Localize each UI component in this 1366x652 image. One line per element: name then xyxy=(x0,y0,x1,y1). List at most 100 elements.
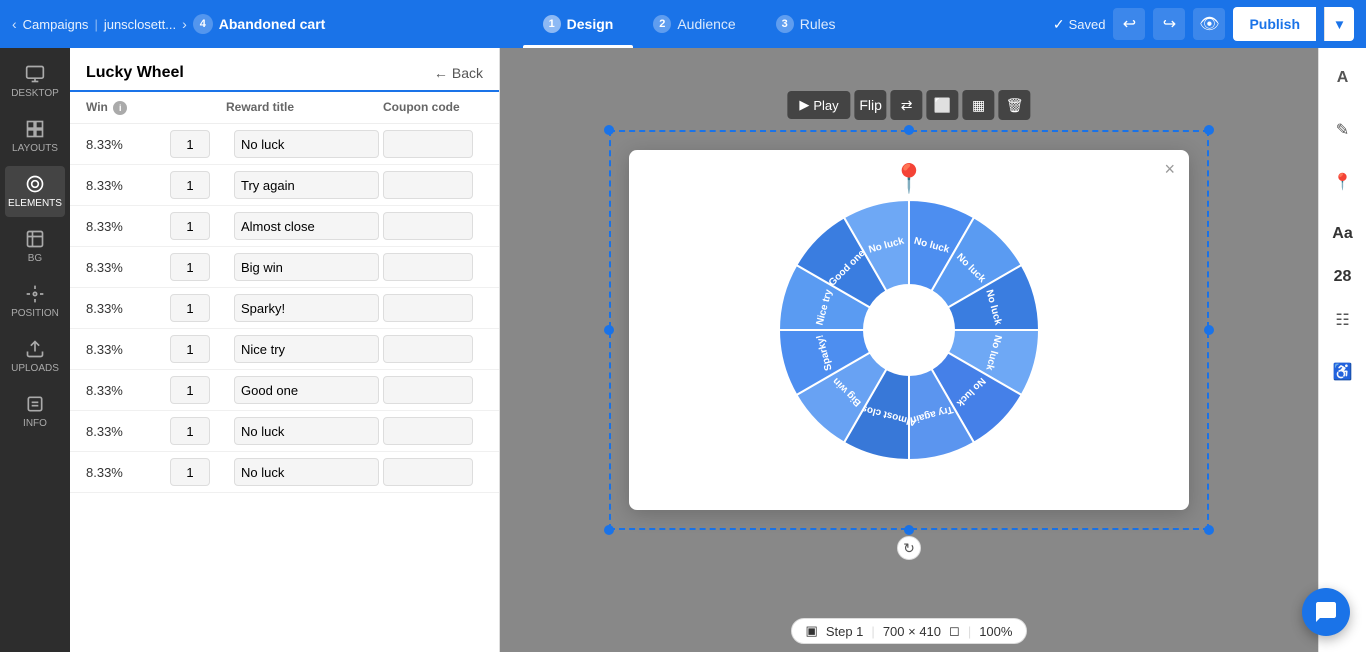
text-a-icon: A xyxy=(1337,69,1349,87)
coupon-input-4[interactable] xyxy=(383,294,473,322)
sidebar-item-desktop[interactable]: DESKTOP xyxy=(5,56,65,107)
table-row: 8.33% xyxy=(70,329,499,370)
handle-mr[interactable] xyxy=(1204,325,1214,335)
chat-bubble[interactable] xyxy=(1302,588,1350,636)
win-pct-4: 8.33% xyxy=(86,301,166,316)
saved-label: Saved xyxy=(1069,17,1106,32)
align-button[interactable]: ⇄ xyxy=(891,90,923,120)
preview-button[interactable]: 👁 xyxy=(1193,8,1225,40)
back-button[interactable]: ← Back xyxy=(434,65,483,81)
win-input-2[interactable] xyxy=(170,212,210,240)
win-pct-3: 8.33% xyxy=(86,260,166,275)
reward-input-4[interactable] xyxy=(234,294,379,322)
win-input-8[interactable] xyxy=(170,458,210,486)
win-input-6[interactable] xyxy=(170,376,210,404)
accessibility-button[interactable]: ♿ xyxy=(1325,354,1361,390)
reward-input-1[interactable] xyxy=(234,171,379,199)
location-button[interactable]: 📍 xyxy=(1325,164,1361,200)
layers-icon: ⬜ xyxy=(934,97,951,114)
status-icon: ▣ xyxy=(806,623,818,639)
header-right: ✓ Saved ↩ ↪ 👁 Publish ▼ xyxy=(1053,7,1354,41)
text-style-button[interactable]: A xyxy=(1325,60,1361,96)
redo-button[interactable]: ↪ xyxy=(1153,8,1185,40)
handle-bl[interactable] xyxy=(604,525,614,535)
check-icon: ✓ xyxy=(1053,16,1065,33)
sidebar-item-layouts[interactable]: LAYOUTS xyxy=(5,111,65,162)
win-input-4[interactable] xyxy=(170,294,210,322)
coupon-input-8[interactable] xyxy=(383,458,473,486)
wheel-center xyxy=(864,285,954,375)
back-label: Back xyxy=(452,65,483,81)
coupon-input-6[interactable] xyxy=(383,376,473,404)
play-button[interactable]: ▶ Play xyxy=(787,91,850,119)
reward-input-0[interactable] xyxy=(234,130,379,158)
reward-input-6[interactable] xyxy=(234,376,379,404)
coupon-input-5[interactable] xyxy=(383,335,473,363)
divider2: | xyxy=(968,624,971,639)
handle-bc[interactable] xyxy=(904,525,914,535)
delete-button[interactable]: 🗑 xyxy=(999,90,1031,120)
sidebar-item-elements[interactable]: ELEMENTS xyxy=(5,166,65,217)
reward-input-2[interactable] xyxy=(234,212,379,240)
win-pct-0: 8.33% xyxy=(86,137,166,152)
handle-tr[interactable] xyxy=(1204,125,1214,135)
sidebar-elements-label: ELEMENTS xyxy=(8,198,62,209)
brush-button[interactable]: ✎ xyxy=(1325,112,1361,148)
publish-dropdown-button[interactable]: ▼ xyxy=(1324,7,1354,41)
handle-tc[interactable] xyxy=(904,125,914,135)
coupon-input-7[interactable] xyxy=(383,417,473,445)
page-num: 4 xyxy=(193,14,213,34)
table-row: 8.33% xyxy=(70,370,499,411)
undo-button[interactable]: ↩ xyxy=(1113,8,1145,40)
sidebar-item-position[interactable]: POSITION xyxy=(5,276,65,327)
tab-rules[interactable]: 3 Rules xyxy=(756,0,856,48)
reward-input-5[interactable] xyxy=(234,335,379,363)
back-arrow-icon: ← xyxy=(434,65,448,81)
play-icon: ▶ xyxy=(799,97,809,113)
sidebar-item-bg[interactable]: BG xyxy=(5,221,65,272)
reward-input-3[interactable] xyxy=(234,253,379,281)
publish-button[interactable]: Publish xyxy=(1233,7,1316,41)
accessibility-icon: ♿ xyxy=(1333,362,1353,382)
tab-audience[interactable]: 2 Audience xyxy=(633,0,755,48)
main-layout: DESKTOP LAYOUTS ELEMENTS BG POSITION UPL… xyxy=(0,48,1366,652)
back-chevron[interactable]: ‹ xyxy=(12,16,17,32)
rotate-handle[interactable]: ↻ xyxy=(897,536,921,560)
canvas-area[interactable]: ▶ Play Flip ⇄ ⬜ ▦ 🗑 xyxy=(500,48,1318,652)
reward-input-7[interactable] xyxy=(234,417,379,445)
tab-design[interactable]: 1 Design xyxy=(523,0,634,48)
font-button[interactable]: Aa xyxy=(1325,216,1361,252)
text-button[interactable]: ▦ xyxy=(963,90,995,120)
panel-header: Lucky Wheel ← Back xyxy=(70,48,499,92)
handle-br[interactable] xyxy=(1204,525,1214,535)
win-info-icon[interactable]: i xyxy=(113,101,127,115)
handle-tl[interactable] xyxy=(604,125,614,135)
win-input-7[interactable] xyxy=(170,417,210,445)
sidebar-item-info[interactable]: INFO xyxy=(5,386,65,437)
close-popup-button[interactable]: × xyxy=(1164,160,1175,178)
filter-button[interactable]: ☷ xyxy=(1325,302,1361,338)
screen-icon: ◻ xyxy=(949,623,960,639)
flip-label: Flip xyxy=(859,97,882,113)
reward-input-8[interactable] xyxy=(234,458,379,486)
win-input-1[interactable] xyxy=(170,171,210,199)
widget-container[interactable]: ▶ Play Flip ⇄ ⬜ ▦ 🗑 xyxy=(609,130,1209,530)
coupon-input-0[interactable] xyxy=(383,130,473,158)
handle-ml[interactable] xyxy=(604,325,614,335)
layers-button[interactable]: ⬜ xyxy=(927,90,959,120)
win-input-5[interactable] xyxy=(170,335,210,363)
win-input-3[interactable] xyxy=(170,253,210,281)
sidebar-uploads-label: UPLOADS xyxy=(11,363,59,374)
store-link[interactable]: junsclosett... xyxy=(104,17,176,32)
coupon-input-2[interactable] xyxy=(383,212,473,240)
col-blank xyxy=(166,100,226,115)
flip-button[interactable]: Flip xyxy=(855,90,887,120)
win-input-0[interactable] xyxy=(170,130,210,158)
win-pct-2: 8.33% xyxy=(86,219,166,234)
sidebar-item-uploads[interactable]: UPLOADS xyxy=(5,331,65,382)
sidebar-desktop-label: DESKTOP xyxy=(11,88,59,99)
coupon-input-3[interactable] xyxy=(383,253,473,281)
saved-badge: ✓ Saved xyxy=(1053,16,1106,33)
campaigns-link[interactable]: Campaigns xyxy=(23,17,89,32)
coupon-input-1[interactable] xyxy=(383,171,473,199)
